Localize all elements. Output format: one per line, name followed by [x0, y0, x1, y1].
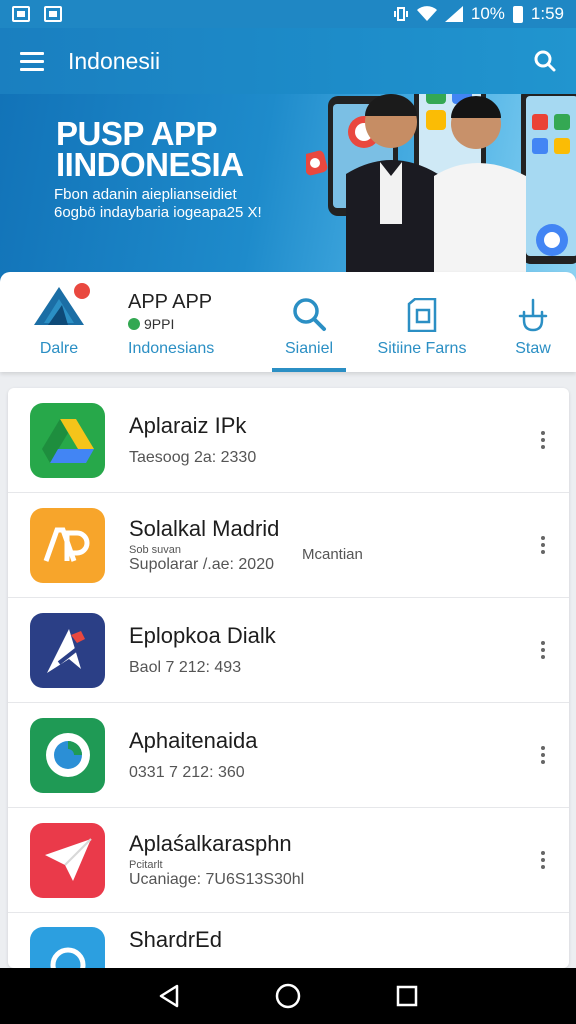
app-screen: 10% 1:59 Indonesii PUSP APP IINDONESIA F… [0, 0, 576, 1024]
banner-title: PUSP APP IINDONESIA [56, 115, 244, 183]
status-bar: 10% 1:59 [0, 0, 576, 28]
app-bar: Indonesii [0, 28, 576, 94]
app-logo-wrapper [32, 283, 90, 332]
promo-banner[interactable]: PUSP APP IINDONESIA Fbon adanin aieplian… [0, 94, 576, 284]
tab-staw[interactable]: Staw [490, 272, 576, 372]
app-sub: 9PPI [128, 316, 174, 332]
arrow-app-icon [30, 612, 105, 688]
app-meta: Taesoog 2a: 2330 [129, 449, 256, 467]
tab-sianiel[interactable]: Sianiel [264, 272, 354, 372]
banner-title-line1: PUSP APP [56, 115, 218, 152]
leaf-icon [128, 318, 140, 330]
app-name: Eplopkoa Dialk [129, 623, 276, 648]
app-meta-text: Supolarar /.ae: 2020 [129, 556, 274, 573]
tab-label: Indonesians [128, 340, 215, 357]
tab-label: Sitiine Farns [377, 340, 467, 357]
list-item[interactable]: ShardrEd [8, 913, 569, 968]
more-options-icon[interactable] [541, 536, 547, 554]
app-meta-text: Baol 7 212: 493 [129, 659, 242, 676]
tab-label: Sianiel [284, 340, 334, 357]
vibrate-icon [393, 7, 408, 21]
system-navigation-bar [0, 968, 576, 1024]
more-options-icon[interactable] [541, 641, 547, 659]
drive-app-icon [30, 402, 105, 478]
list-item[interactable]: Aplaśalkarasphn Pcitarlt Ucaniage: 7U6S1… [8, 808, 569, 913]
battery-percent: 10% [470, 4, 505, 23]
app-meta-text: Taesoog 2a: 2330 [129, 449, 257, 466]
banner-subtitle: Fbon adanin aieplianseidiet 6ogbö indayb… [54, 186, 314, 222]
blue-app-icon [30, 927, 105, 968]
app-meta: 0331 7 212: 360 [129, 764, 257, 782]
tab-sitiine-farns[interactable]: Sitiine Farns [354, 272, 490, 372]
tab-indonesians[interactable]: APP APP 9PPI Indonesians [118, 272, 264, 372]
ap-app-icon [30, 507, 105, 583]
page-icon [407, 298, 437, 332]
tab-label: Dalre [39, 340, 79, 357]
search-icon[interactable] [534, 50, 556, 72]
tab-dalre[interactable]: Dalre [0, 272, 118, 372]
refresh-app-icon [30, 717, 105, 793]
app-name: Solalkal Madrid [129, 516, 280, 541]
app-name: APP APP [128, 291, 213, 313]
home-circle-icon [275, 983, 301, 1009]
page-title: Indonesii [68, 47, 161, 74]
list-item[interactable]: Aphaitenaida 0331 7 212: 360 [8, 703, 569, 808]
app-meta: Supolarar /.ae: 2020 Mcantian [129, 546, 363, 574]
list-item[interactable]: Solalkal Madrid Sob suvan Supolarar /.ae… [8, 493, 569, 598]
wifi-icon [416, 6, 437, 21]
recents-button[interactable] [387, 976, 427, 1016]
hamburger-menu-icon[interactable] [20, 51, 44, 71]
list-item[interactable]: Eplopkoa Dialk Baol 7 212: 493 [8, 598, 569, 703]
clock: 1:59 [530, 4, 564, 23]
list-item[interactable]: Aplaraiz IPk Taesoog 2a: 2330 [8, 388, 569, 493]
app-name: ShardrEd [129, 927, 222, 952]
search-tab-icon [293, 298, 326, 331]
app-list: Aplaraiz IPk Taesoog 2a: 2330 Solalkal M… [8, 388, 569, 968]
app-small-text: Pcitarlt [129, 859, 163, 871]
more-options-icon[interactable] [541, 746, 547, 764]
app-meta-text: Ucaniage: 7U6S13S30hl [129, 871, 305, 888]
notification-icon [12, 6, 30, 22]
app-extra-text: Mcantian [302, 546, 363, 563]
app-meta: Ucaniage: 7U6S13S30hl [129, 871, 304, 889]
app-badge-illustration [306, 150, 328, 176]
banner-title-line2: IINDONESIA [56, 146, 244, 183]
app-name: Aplaśalkarasphn [129, 831, 292, 856]
image-notification-icon [44, 6, 62, 22]
banner-illustration [306, 94, 576, 284]
battery-icon [512, 5, 523, 23]
category-tabs: Dalre APP APP 9PPI Indonesians Sianiel S… [0, 272, 576, 372]
recents-square-icon [396, 985, 417, 1007]
banner-subtitle-line2: 6ogbö indaybaria iogeapa25 X! [54, 204, 262, 221]
app-meta: Baol 7 212: 493 [129, 659, 276, 677]
notification-badge-icon [74, 283, 90, 299]
app-meta-text: 0331 7 212: 360 [129, 764, 245, 781]
paper-plane-app-icon [30, 822, 105, 898]
back-triangle-icon [160, 984, 179, 1008]
signal-icon [444, 6, 463, 22]
tab-selected-indicator [272, 368, 346, 372]
more-options-icon[interactable] [541, 851, 547, 869]
back-button[interactable] [149, 976, 189, 1016]
app-sub-label: 9PPI [144, 316, 175, 332]
hand-icon [518, 298, 548, 332]
app-name: Aphaitenaida [129, 728, 258, 753]
home-button[interactable] [268, 976, 308, 1016]
app-name: Aplaraiz IPk [129, 413, 247, 438]
banner-subtitle-line1: Fbon adanin aieplianseidiet [54, 186, 237, 203]
more-options-icon[interactable] [541, 431, 547, 449]
tab-label: Staw [515, 340, 551, 357]
